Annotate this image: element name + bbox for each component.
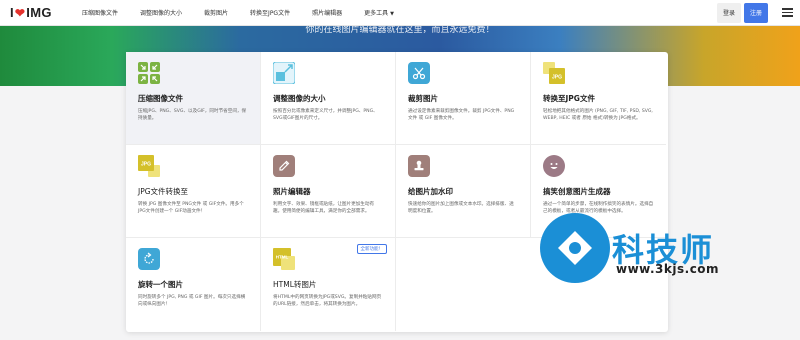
tool-description: 通过设定像素来裁剪图像文件。裁剪 JPG文件、PNG文件 或 GIF 图像文件。	[408, 109, 515, 121]
tool-title: 给图片加水印	[408, 187, 453, 196]
resize-icon	[273, 62, 295, 84]
tool-title: 旋转一个图片	[138, 280, 183, 289]
tool-description: 快速给你的图片加上图像或文本水印。选择排版、透明度和位置。	[408, 202, 514, 214]
tools-grid: 压缩图像文件 压缩JPG、PNG、SVG、以及GIF，同时节省空间，保持质量。 …	[126, 52, 668, 332]
heart-icon: ❤	[14, 5, 26, 20]
tools-panel: 压缩图像文件 压缩JPG、PNG、SVG、以及GIF，同时节省空间，保持质量。 …	[126, 52, 668, 332]
logo[interactable]: I ❤ IMG	[0, 5, 82, 20]
svg-text:HTML: HTML	[276, 255, 289, 260]
tool-card-rotate[interactable]: 旋转一个图片 同时旋转多个 JPG, PNG 或 GIF 图片。每次只选择横向或…	[126, 238, 261, 331]
tool-card-photo-editor[interactable]: 照片编辑器 利用文字、效果、镜框或贴纸，让图片更加生动有趣。使用简便的编辑工具，…	[261, 145, 396, 238]
tool-title: 压缩图像文件	[138, 94, 183, 103]
rotate-icon	[138, 248, 160, 270]
nav-more-tools[interactable]: 更多工具 ▼	[364, 8, 394, 17]
photo-editor-icon	[273, 155, 295, 177]
new-feature-badge: 全新功能！	[356, 244, 387, 254]
tool-card-convert-to-jpg[interactable]: JPG 转换至JPG文件 轻松地把其他格式的图片 (PNG, GIF, TIF,…	[531, 52, 666, 145]
tool-title: 搞笑创意图片生成器	[543, 187, 611, 196]
logo-text: IMG	[26, 5, 52, 20]
nav-more-tools-label: 更多工具	[364, 10, 389, 17]
tool-description: 压缩JPG、PNG、SVG、以及GIF，同时节省空间，保持质量。	[138, 109, 247, 121]
tool-description: 轻松地把其他格式的图片 (PNG, GIF, TIF, PSD, SVG, WE…	[543, 109, 653, 121]
tool-title: 转换至JPG文件	[543, 94, 595, 103]
tool-card-convert-from-jpg[interactable]: JPG JPG文件转换至 转换 JPG 图像文件至 PNG文件 或 GIF文件。…	[126, 145, 261, 238]
svg-text:JPG: JPG	[141, 162, 151, 168]
watermark-url: www.3kjs.com	[616, 262, 720, 276]
watermark-icon	[408, 155, 430, 177]
site-watermark-logo	[540, 213, 610, 283]
html-to-image-icon: HTML	[273, 248, 295, 270]
login-button[interactable]: 登录	[716, 2, 741, 23]
compress-icon	[138, 62, 160, 84]
nav-convert-to-jpg[interactable]: 转换至JPG文件	[250, 8, 290, 17]
tool-card-resize[interactable]: 调整图像的大小 按照百分比或像素来定义尺寸，并调整JPG、PNG、SVG或GIF…	[261, 52, 396, 145]
tool-title: HTML转图片	[273, 280, 317, 289]
top-navigation-bar: I ❤ IMG 压缩图像文件 调整图像的大小 裁剪图片 转换至JPG文件 照片编…	[0, 0, 800, 26]
meme-icon	[543, 155, 565, 177]
crop-icon	[408, 62, 430, 84]
tool-description: 同时旋转多个 JPG, PNG 或 GIF 图片。每次只选择横向或纵向图片！	[138, 295, 246, 307]
to-jpg-icon: JPG	[543, 62, 565, 84]
tool-title: 调整图像的大小	[273, 94, 326, 103]
nav-photo-editor[interactable]: 照片编辑器	[312, 8, 342, 17]
tool-card-compress[interactable]: 压缩图像文件 压缩JPG、PNG、SVG、以及GIF，同时节省空间，保持质量。	[126, 52, 261, 145]
tool-title: 照片编辑器	[273, 187, 311, 196]
logo-letter: I	[10, 5, 14, 20]
nav-compress-image[interactable]: 压缩图像文件	[82, 8, 118, 17]
tool-card-watermark[interactable]: 给图片加水印 快速给你的图片加上图像或文本水印。选择排版、透明度和位置。	[396, 145, 531, 238]
tool-card-html-to-image[interactable]: 全新功能！ HTML HTML转图片 将HTML中的网页转换为JPG或SVG。复…	[261, 238, 396, 331]
tool-title: JPG文件转换至	[138, 187, 189, 196]
tool-description: 按照百分比或像素来定义尺寸，并调整JPG、PNG、SVG或GIF图片的尺寸。	[273, 109, 378, 121]
nav-crop-image[interactable]: 裁剪图片	[204, 8, 228, 17]
tool-card-crop[interactable]: 裁剪图片 通过设定像素来裁剪图像文件。裁剪 JPG文件、PNG文件 或 GIF …	[396, 52, 531, 145]
svg-text:JPG: JPG	[552, 75, 562, 81]
tool-title: 裁剪图片	[408, 94, 438, 103]
tool-description: 利用文字、效果、镜框或贴纸，让图片更加生动有趣。使用简便的编辑工具，满足你的全部…	[273, 202, 375, 214]
from-jpg-icon: JPG	[138, 155, 160, 177]
nav-resize-image[interactable]: 调整图像的大小	[140, 8, 182, 17]
tool-description: 转换 JPG 图像文件至 PNG文件 或 GIF文件。用多个JPG文件创建一个 …	[138, 202, 244, 214]
menu-icon[interactable]	[774, 0, 800, 26]
signup-button[interactable]: 注册	[743, 2, 768, 23]
chevron-down-icon: ▼	[390, 11, 394, 17]
main-nav: 压缩图像文件 调整图像的大小 裁剪图片 转换至JPG文件 照片编辑器 更多工具 ▼	[82, 0, 416, 25]
tool-description: 将HTML中的网页转换为JPG或SVG。复制并粘贴网页的URL链接，然后单击，将…	[273, 295, 382, 307]
